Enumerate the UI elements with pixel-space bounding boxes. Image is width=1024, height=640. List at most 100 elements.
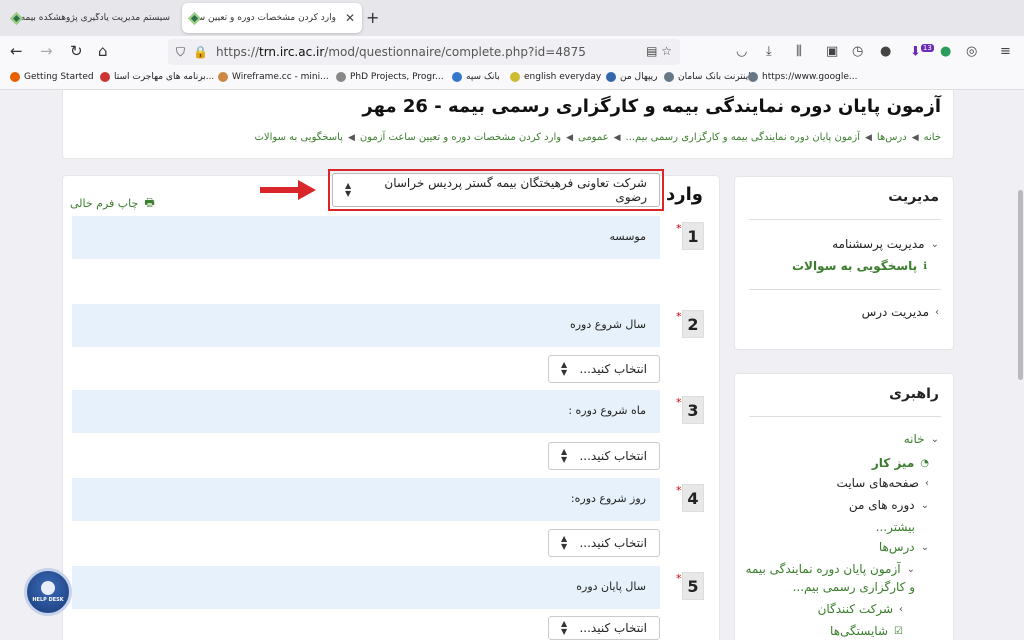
nav-home[interactable]: ⌄ خانه: [904, 432, 939, 446]
item-label: شایستگی‌ها: [830, 624, 889, 638]
nav-my-courses[interactable]: ⌄ دوره های من: [849, 498, 929, 512]
reload-icon[interactable]: ↻: [70, 42, 83, 60]
forward-icon[interactable]: →: [40, 42, 53, 60]
url-text[interactable]: https://trn.irc.ac.ir/mod/questionnaire/…: [216, 45, 586, 59]
bookmark-immigration[interactable]: برنامه های مهاجرت استا...: [100, 72, 214, 82]
select-value: انتخاب کنید...: [579, 621, 647, 635]
reader-view-icon[interactable]: ▤ ☆: [646, 44, 672, 58]
bookmark-phd[interactable]: PhD Projects, Progr...: [336, 72, 444, 82]
extension-badge-icon[interactable]: ⬇ 13: [910, 44, 934, 59]
nav-course-exam-line2[interactable]: و کارگزاری رسمی بیم...: [793, 580, 915, 594]
nav-courses[interactable]: ⌄ درس‌ها: [879, 540, 929, 554]
question-label: ماه شروع دوره :: [568, 404, 646, 417]
admin-answer-item[interactable]: ℹ پاسخگویی به سوالات: [792, 259, 927, 273]
start-month-select[interactable]: انتخاب کنید... ▲ ▼: [548, 442, 660, 470]
pocket-icon[interactable]: ◡: [736, 44, 747, 59]
required-icon: *: [676, 572, 682, 585]
library-icon[interactable]: ⫼: [796, 44, 802, 59]
globe-icon: [748, 72, 758, 82]
address-bar[interactable]: ⛉ 🔒 https://trn.irc.ac.ir/mod/questionna…: [168, 39, 680, 65]
question-4-label-bar: روز شروع دوره:: [72, 478, 660, 521]
nav-competencies[interactable]: ☑ شایستگی‌ها: [830, 624, 903, 638]
breadcrumb-courses[interactable]: درس‌ها: [877, 132, 907, 143]
item-label: دوره های من: [848, 498, 915, 512]
item-label: میز کار: [871, 456, 915, 470]
question-2-label-bar: سال شروع دوره: [72, 304, 660, 347]
tab-title: وارد کردن مشخصات دوره و تعیین ساعت: [200, 13, 336, 23]
item-label: مدیریت درس: [861, 305, 929, 319]
menu-icon[interactable]: ≡: [1000, 44, 1011, 59]
chevron-down-icon: ⌄: [920, 541, 929, 553]
bookmark-icon: [606, 72, 616, 82]
bookmark-icon: [336, 72, 346, 82]
history-icon[interactable]: ◷: [852, 44, 863, 59]
dashboard-icon: ◔: [920, 457, 929, 469]
shield-icon[interactable]: ⛉: [176, 45, 185, 60]
close-tab-icon[interactable]: ✕: [342, 11, 358, 25]
breadcrumb-home[interactable]: خانه: [924, 132, 941, 143]
required-icon: *: [676, 222, 682, 235]
bookmark-icon: [510, 72, 520, 82]
start-day-select[interactable]: انتخاب کنید... ▲ ▼: [548, 529, 660, 557]
select-value: انتخاب کنید...: [579, 536, 647, 550]
bookmark-paypal[interactable]: ریپهال من: [606, 72, 658, 82]
question-5-label-bar: سال پایان دوره: [72, 566, 660, 609]
item-label: آزمون پایان دوره نمایندگی بیمه: [745, 562, 901, 576]
lock-icon[interactable]: 🔒: [193, 45, 208, 59]
breadcrumb-general[interactable]: عمومی: [578, 132, 609, 143]
scrollbar-thumb[interactable]: [1018, 190, 1023, 380]
item-label: و کارگزاری رسمی بیم...: [792, 580, 915, 594]
bookmark-getting-started[interactable]: Getting Started: [10, 72, 94, 82]
bookmark-wireframe[interactable]: Wireframe.cc - mini...: [218, 72, 329, 82]
breadcrumb-course[interactable]: آزمون پایان دوره نمایندگی بیمه و کارگزار…: [626, 132, 860, 143]
bookmark-google[interactable]: https://www.google...: [748, 72, 857, 82]
question-label: موسسه: [609, 230, 646, 243]
highlight-box: [328, 169, 664, 211]
bookmark-english[interactable]: english everyday: [510, 72, 601, 82]
admin-course-item[interactable]: › مدیریت درس: [862, 305, 939, 319]
item-label: خانه: [903, 432, 925, 446]
end-year-select[interactable]: انتخاب کنید... ▲ ▼: [548, 616, 660, 640]
question-label: سال شروع دوره: [569, 318, 646, 331]
nav-participants[interactable]: › شرکت کنندگان: [818, 602, 903, 616]
bookmark-saman[interactable]: اینترنت بانک سامان: [664, 72, 751, 82]
select-arrows-icon: ▲ ▼: [561, 447, 568, 464]
tab-lms[interactable]: سیستم مدیریت یادگیری پژوهشکده بیمه: [4, 3, 176, 33]
new-tab-icon[interactable]: +: [366, 8, 379, 27]
downloads-icon[interactable]: ⤓: [766, 44, 772, 59]
item-label: پاسخگویی به سوالات: [792, 259, 918, 273]
back-icon[interactable]: ←: [10, 42, 23, 60]
grammarly-icon[interactable]: ●: [940, 44, 951, 59]
page-header: آزمون پایان دوره نمایندگی بیمه و کارگزار…: [62, 90, 954, 159]
question-label: سال پایان دوره: [576, 580, 646, 593]
nav-more[interactable]: بیشتر...: [876, 520, 915, 534]
site-favicon-icon: [9, 11, 23, 25]
tab-strip: سیستم مدیریت یادگیری پژوهشکده بیمه وارد …: [0, 0, 1024, 36]
question-3-label-bar: ماه شروع دوره :: [72, 390, 660, 433]
bookmark-sepah[interactable]: بانک سپه: [452, 72, 500, 82]
home-icon[interactable]: ⌂: [98, 42, 108, 60]
nav-dashboard[interactable]: ◔ میز کار: [872, 456, 929, 470]
select-arrows-icon: ▲ ▼: [561, 360, 568, 377]
bookmarks-bar: Getting Started برنامه های مهاجرت استا..…: [0, 68, 1024, 90]
breadcrumb-activity[interactable]: وارد کردن مشخصات دوره و تعیین ساعت آزمون: [360, 132, 561, 143]
breadcrumb-answer[interactable]: پاسخگویی به سوالات: [255, 132, 343, 143]
admin-questionnaire-item[interactable]: ⌄ مدیریت پرسشنامه: [832, 237, 939, 251]
printer-icon: 🖶: [144, 196, 155, 209]
nav-course-exam[interactable]: ⌄ آزمون پایان دوره نمایندگی بیمه: [746, 562, 915, 576]
chevron-right-icon: ›: [899, 603, 903, 615]
tab-course-settings[interactable]: وارد کردن مشخصات دوره و تعیین ساعت ✕: [182, 3, 362, 33]
print-blank-form-link[interactable]: 🖶 چاپ فرم خالی: [70, 194, 155, 213]
help-desk-button[interactable]: HELP DESK: [24, 568, 72, 616]
select-value: انتخاب کنید...: [579, 362, 647, 376]
nav-site-pages[interactable]: › صفحه‌های سایت: [837, 476, 929, 490]
breadcrumb-separator-icon: ◀: [911, 132, 919, 143]
extension-s-icon[interactable]: ●: [880, 44, 891, 59]
extension-circle-icon[interactable]: ◎: [966, 44, 977, 59]
item-label: بیشتر...: [875, 520, 915, 534]
breadcrumb-separator-icon: ◀: [347, 132, 355, 143]
chevron-down-icon: ⌄: [930, 433, 939, 445]
start-year-select[interactable]: انتخاب کنید... ▲ ▼: [548, 355, 660, 383]
extension-icon[interactable]: ▣: [826, 44, 838, 59]
site-favicon-icon: [187, 11, 201, 25]
